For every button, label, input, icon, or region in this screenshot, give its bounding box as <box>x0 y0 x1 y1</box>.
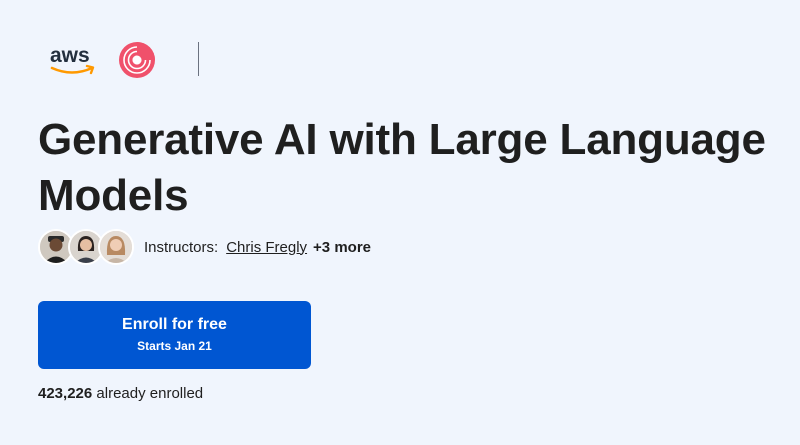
enrollment-count-text: 423,226 already enrolled <box>38 385 203 402</box>
avatar[interactable] <box>98 229 134 265</box>
enroll-start-date: Starts Jan 21 <box>137 339 212 353</box>
instructors-row: Instructors: Chris Fregly +3 more <box>38 229 371 265</box>
partner-logos: aws <box>48 38 156 82</box>
instructor-link-chris-fregly[interactable]: Chris Fregly <box>226 239 307 256</box>
enrollment-count: 423,226 <box>38 385 93 402</box>
logo-divider <box>198 42 199 76</box>
instructors-label: Instructors: <box>144 238 219 256</box>
deeplearning-ai-logo <box>119 42 155 78</box>
aws-logo: aws <box>50 44 95 75</box>
aws-logo-text: aws <box>50 44 90 67</box>
enroll-button[interactable]: Enroll for free Starts Jan 21 <box>38 301 311 369</box>
instructor-avatars[interactable] <box>38 229 134 265</box>
more-instructors-link[interactable]: +3 more <box>313 239 371 256</box>
enroll-button-label: Enroll for free <box>122 316 227 333</box>
course-title: Generative AI with Large Language Models <box>38 115 766 220</box>
enrollment-suffix: already enrolled <box>96 385 204 402</box>
